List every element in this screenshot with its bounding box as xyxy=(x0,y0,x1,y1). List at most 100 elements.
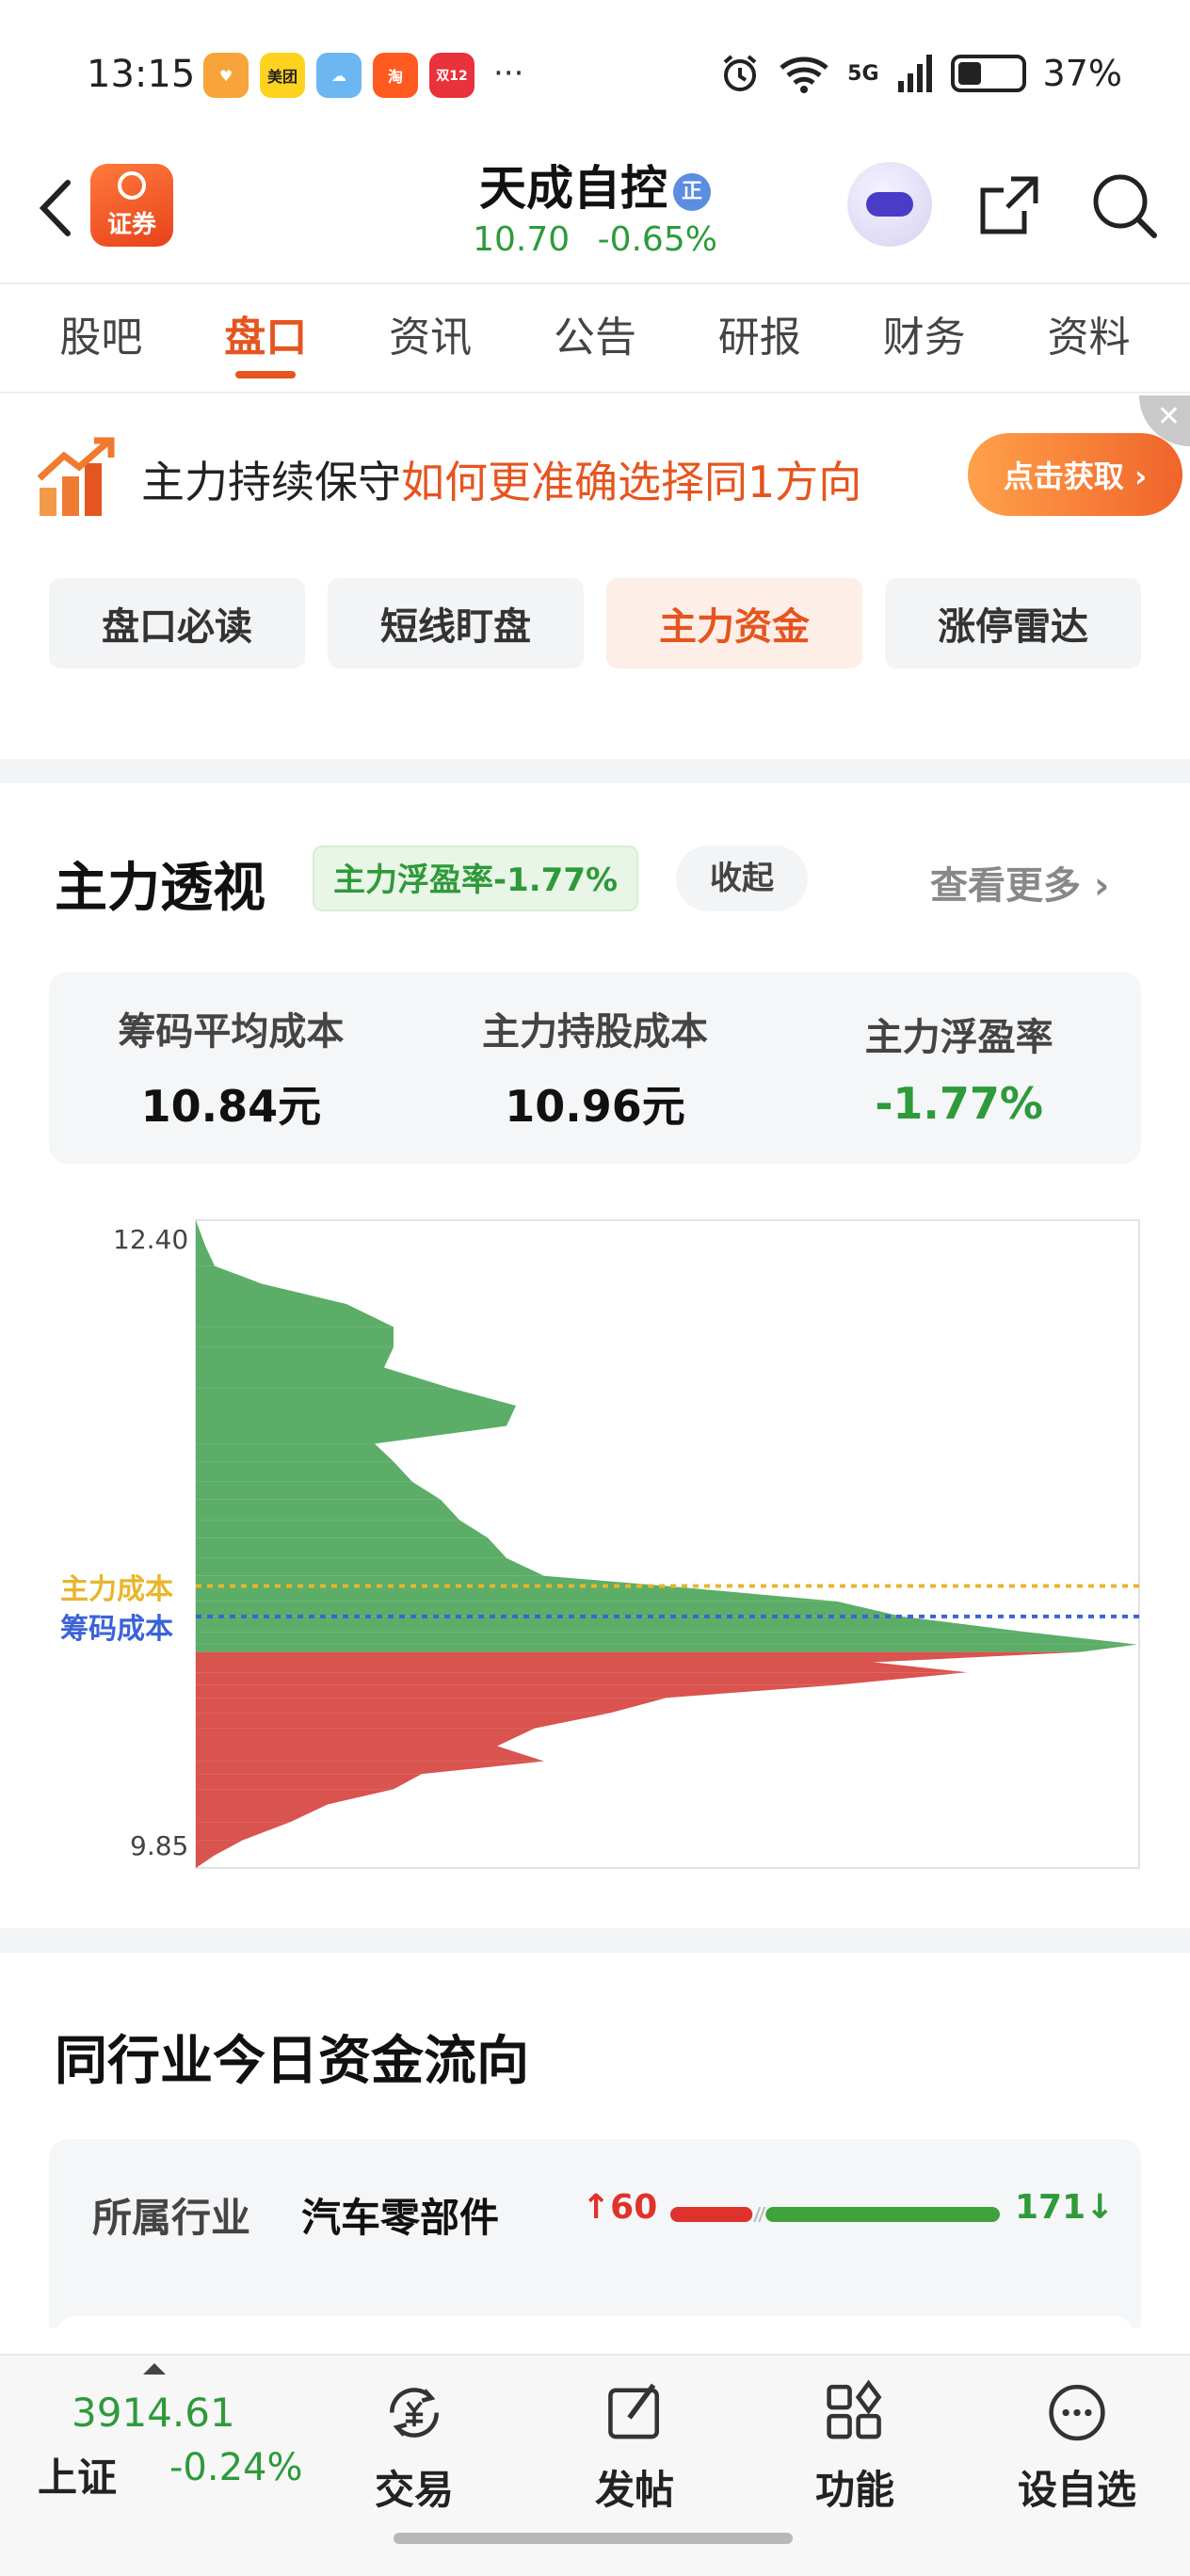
subtab-short-term[interactable]: 短线盯盘 xyxy=(328,578,584,668)
chip-band xyxy=(196,1346,394,1368)
float-profit-badge: 主力浮盈率-1.77% xyxy=(313,845,639,911)
stat-value: 10.96元 xyxy=(505,1081,685,1132)
status-bar: 13:15 ♥ 美团 ☁ 淘 双12 ··· 5G 37% xyxy=(0,0,1190,141)
banner-get-button[interactable]: 点击获取 › xyxy=(968,433,1182,516)
banner-text-highlight: 如何更准确选择同1方向 xyxy=(401,457,862,507)
industry-label: 所属行业 xyxy=(92,2195,251,2241)
chip-cost-line-label: 筹码成本 xyxy=(60,1612,173,1646)
chip-distribution-chart[interactable]: 12.40 9.85 主力成本 筹码成本 xyxy=(28,1205,1158,1883)
stat-value: 10.84元 xyxy=(140,1081,322,1132)
tab-finance[interactable]: 财务 xyxy=(874,282,975,394)
nav-add-watchlist[interactable]: 设自选 xyxy=(992,2365,1162,2516)
stock-name: 天成自控 xyxy=(479,161,667,216)
banner-text: 主力持续保守如何更准确选择同1方向 xyxy=(141,448,861,510)
stat-label: 主力浮盈率 xyxy=(864,1016,1053,1059)
tab-announcements[interactable]: 公告 xyxy=(544,282,646,394)
chip-band xyxy=(196,1698,667,1714)
signal-icon xyxy=(897,55,932,92)
stock-change: -0.65% xyxy=(597,220,717,259)
assistant-visor-icon xyxy=(866,192,913,217)
cost-stats-card: 筹码平均成本 10.84元 主力持股成本 10.96元 主力浮盈率 -1.77% xyxy=(49,972,1141,1164)
nav-trade[interactable]: 交易 xyxy=(330,2365,499,2516)
chip-distribution-svg xyxy=(195,1219,1140,1869)
chip-band xyxy=(196,1601,902,1617)
section-divider xyxy=(0,759,1190,783)
search-icon[interactable] xyxy=(1088,169,1160,241)
index-change: -0.24% xyxy=(169,2446,303,2489)
chip-band xyxy=(196,1443,394,1462)
tab-profile[interactable]: 资料 xyxy=(1037,282,1139,394)
alarm-icon xyxy=(723,55,757,91)
more-notifications-icon: ··· xyxy=(493,55,524,92)
main-cost-line-label: 主力成本 xyxy=(60,1572,173,1606)
tab-research[interactable]: 研报 xyxy=(709,282,811,394)
index-name: 上证 xyxy=(38,2455,118,2501)
yuan-exchange-icon xyxy=(389,2388,440,2438)
stock-tabs: 股吧 盘口 资讯 公告 研报 财务 资料 xyxy=(0,282,1190,394)
weather-app-icon: ☁ xyxy=(316,53,362,98)
chip-band xyxy=(196,1327,394,1347)
industry-flow-title: 同行业今日资金流向 xyxy=(55,2031,529,2092)
trend-chart-icon xyxy=(37,437,115,516)
system-indicators: 5G 37% xyxy=(719,53,1122,94)
subtab-limit-up-radar[interactable]: 涨停雷达 xyxy=(885,578,1141,668)
chip-band xyxy=(196,1672,968,1685)
chip-band xyxy=(196,1499,459,1521)
collapse-button[interactable]: 收起 xyxy=(676,845,808,911)
chip-band xyxy=(196,1774,422,1790)
stat-label: 主力持股成本 xyxy=(482,1010,708,1054)
share-icon[interactable] xyxy=(973,169,1045,241)
chip-band xyxy=(196,1405,516,1426)
main-force-title: 主力透视 xyxy=(55,858,265,919)
industry-name: 汽车零部件 xyxy=(301,2195,500,2241)
index-ticker[interactable]: 3914.61 上证 -0.24% xyxy=(0,2356,311,2525)
promo-banner[interactable]: 主力持续保守如何更准确选择同1方向 点击获取 › ✕ xyxy=(0,395,1190,555)
taobao-app-icon: 淘 xyxy=(373,53,418,98)
industry-up-segment xyxy=(670,2207,753,2222)
down-count-value: 171 xyxy=(1015,2188,1086,2227)
view-more-link[interactable]: 查看更多 › xyxy=(930,855,1109,910)
tab-guba[interactable]: 股吧 xyxy=(50,282,152,394)
status-time: 13:15 xyxy=(87,53,196,96)
nav-functions[interactable]: 功能 xyxy=(770,2365,940,2516)
chip-band xyxy=(196,1644,1137,1652)
home-indicator[interactable] xyxy=(394,2533,793,2544)
y-tick-bottom: 9.85 xyxy=(130,1830,189,1861)
chip-band xyxy=(196,1728,535,1747)
nav-post[interactable]: 发帖 xyxy=(550,2365,719,2516)
battery-level: 37% xyxy=(1042,53,1122,94)
section-divider xyxy=(0,1928,1190,1953)
tab-pankou[interactable]: 盘口 xyxy=(215,282,316,394)
industry-up-count: ↑60 xyxy=(582,2188,657,2227)
chip-band xyxy=(196,1632,1137,1645)
subtab-must-read[interactable]: 盘口必读 xyxy=(49,578,305,668)
network-type: 5G xyxy=(847,61,879,86)
stat-main-holding-cost: 主力持股成本 10.96元 xyxy=(413,972,778,1164)
banner-text-main: 主力持续保守 xyxy=(141,457,401,507)
notification-icons: ♥ 美团 ☁ 淘 双12 ··· xyxy=(203,53,523,98)
industry-list-card xyxy=(56,2316,1134,2354)
stat-value: -1.77% xyxy=(875,1078,1044,1129)
double12-app-icon: 双12 xyxy=(429,53,474,98)
assistant-avatar[interactable] xyxy=(847,162,932,247)
arrow-up-icon: ↑ xyxy=(582,2188,611,2227)
nav-post-label: 发帖 xyxy=(594,2467,674,2513)
nav-trade-label: 交易 xyxy=(374,2467,454,2513)
industry-down-count: 171↓ xyxy=(1015,2188,1114,2227)
industry-card[interactable]: 所属行业 汽车零部件 ↑60 171↓ xyxy=(49,2139,1141,2354)
subtab-main-funds[interactable]: 主力资金 xyxy=(606,578,862,668)
chip-band xyxy=(196,1746,544,1762)
caret-up-icon xyxy=(143,2363,166,2375)
index-value: 3914.61 xyxy=(72,2390,235,2436)
stat-label: 筹码平均成本 xyxy=(118,1010,345,1054)
tab-news[interactable]: 资讯 xyxy=(379,282,481,394)
industry-bar-separator xyxy=(753,2206,766,2223)
stat-main-float-rate: 主力浮盈率 -1.77% xyxy=(777,972,1141,1164)
chip-band xyxy=(196,1538,507,1558)
wifi-icon xyxy=(780,56,828,93)
heart-app-icon: ♥ xyxy=(203,53,249,98)
nav-add-watchlist-label: 设自选 xyxy=(1017,2467,1136,2513)
stock-header: 证券 天成自控正 10.70 -0.65% xyxy=(0,141,1190,282)
up-count-value: 60 xyxy=(610,2188,658,2227)
pankou-subtabs: 盘口必读 短线盯盘 主力资金 涨停雷达 xyxy=(49,578,1141,668)
